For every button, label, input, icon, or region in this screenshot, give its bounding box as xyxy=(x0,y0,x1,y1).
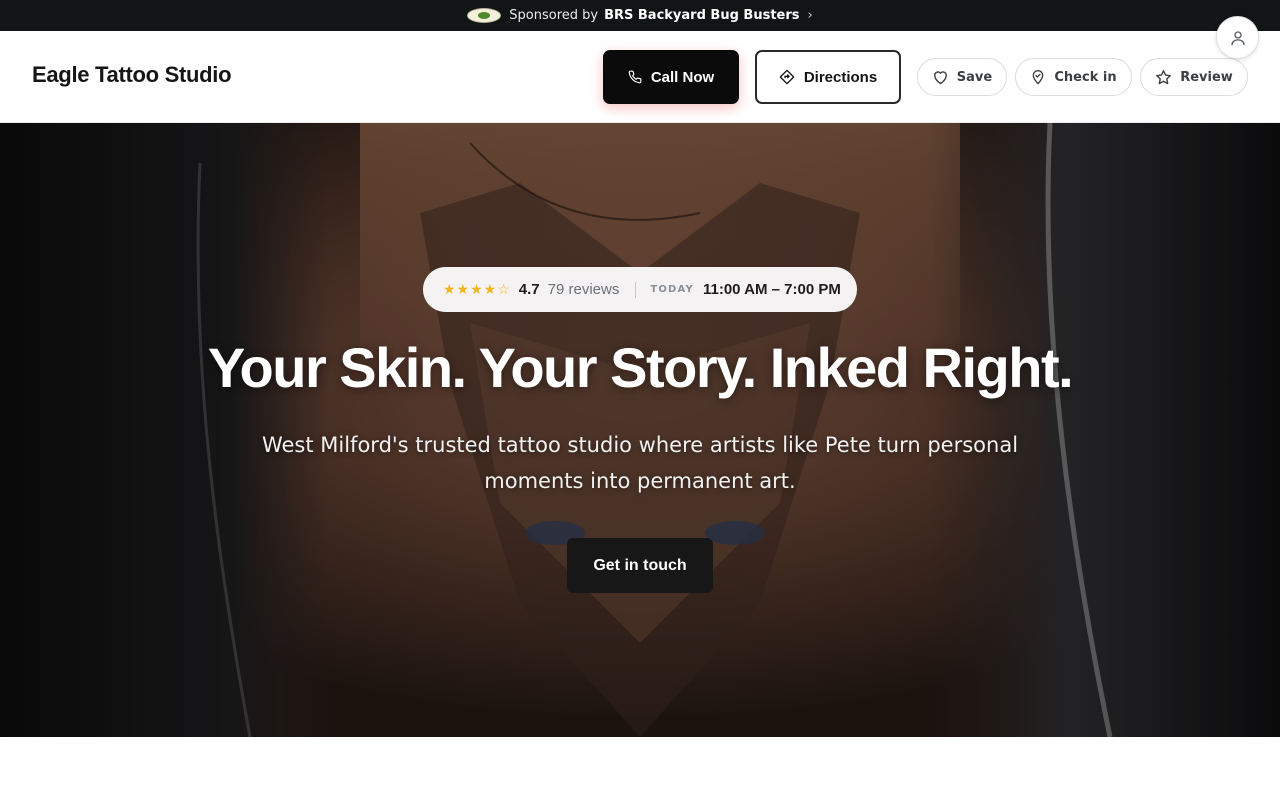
today-label: TODAY xyxy=(650,284,694,295)
save-label: Save xyxy=(956,69,993,85)
directions-button[interactable]: Directions xyxy=(755,50,901,104)
rating-hours-badge: ★★★★☆ 4.7 79 reviews TODAY 11:00 AM – 7:… xyxy=(423,267,857,312)
user-icon xyxy=(1230,30,1245,45)
phone-icon xyxy=(628,70,642,84)
review-label: Review xyxy=(1180,69,1233,85)
save-button[interactable]: Save xyxy=(917,58,1007,96)
call-now-label: Call Now xyxy=(650,68,715,86)
hero-subtitle: West Milford's trusted tattoo studio whe… xyxy=(261,433,1019,493)
hero-title: Your Skin. Your Story. Inked Right. xyxy=(207,336,1074,399)
star-icon xyxy=(1156,69,1172,84)
reviews-count[interactable]: 79 reviews xyxy=(548,281,620,298)
rating-stars: ★★★★☆ xyxy=(443,281,511,297)
hours-today: 11:00 AM – 7:00 PM xyxy=(702,281,841,298)
brand-title[interactable]: Eagle Tattoo Studio xyxy=(32,62,232,88)
directions-label: Directions xyxy=(803,68,878,86)
check-in-button[interactable]: Check in xyxy=(1015,58,1132,96)
get-in-touch-button[interactable]: Get in touch xyxy=(567,538,713,593)
sponsor-logo-icon xyxy=(467,8,502,23)
check-in-label: Check in xyxy=(1054,69,1117,85)
site-header: Eagle Tattoo Studio Call Now Directions … xyxy=(0,31,1280,123)
sponsor-bar: Sponsored by BRS Backyard Bug Busters › xyxy=(0,0,1280,31)
location-pin-icon xyxy=(1033,70,1044,85)
sponsor-prefix: Sponsored by xyxy=(509,8,599,23)
divider xyxy=(635,281,637,298)
directions-icon xyxy=(779,69,795,85)
heart-icon xyxy=(933,70,947,84)
call-now-button[interactable]: Call Now xyxy=(603,50,739,104)
profile-button[interactable] xyxy=(1216,16,1259,59)
rating-value: 4.7 xyxy=(518,281,540,298)
sponsor-name: BRS Backyard Bug Busters xyxy=(604,8,800,23)
hero-section: ★★★★☆ 4.7 79 reviews TODAY 11:00 AM – 7:… xyxy=(0,123,1280,737)
review-button[interactable]: Review xyxy=(1140,58,1248,96)
sponsor-link[interactable]: Sponsored by BRS Backyard Bug Busters › xyxy=(467,8,813,23)
chevron-right-icon: › xyxy=(807,8,813,23)
